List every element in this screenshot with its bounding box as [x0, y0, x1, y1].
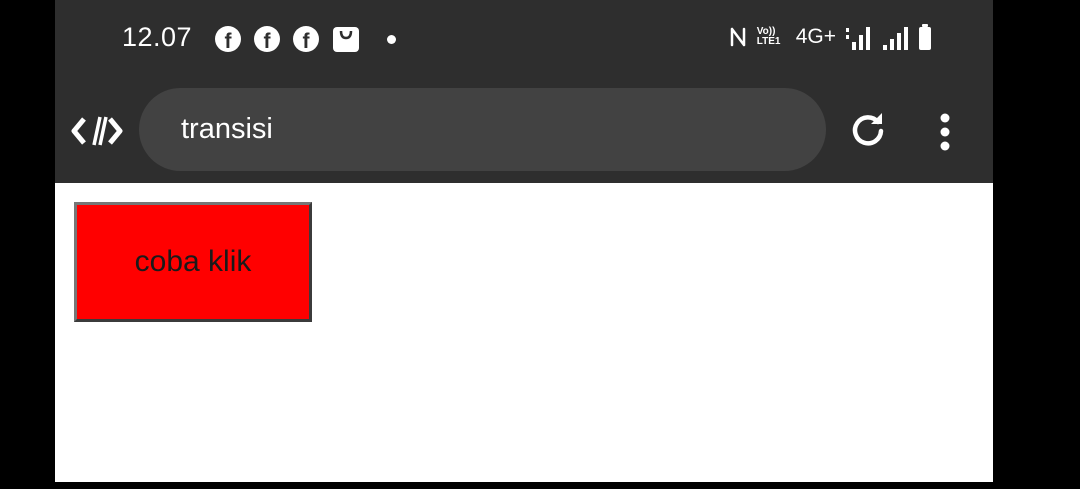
- browser-toolbar: transisi: [55, 78, 993, 183]
- battery-icon: [919, 24, 931, 50]
- phone-screen: 12.07 f f f Vo)) LTE1 4G+ transisi coba …: [55, 0, 993, 482]
- page-content: coba klik: [55, 183, 993, 482]
- facebook-icon: f: [293, 26, 319, 52]
- address-bar-text[interactable]: transisi: [181, 113, 273, 146]
- facebook-icon: f: [254, 26, 280, 52]
- address-bar[interactable]: transisi: [139, 88, 826, 171]
- volte-icon: Vo)) LTE1: [756, 26, 781, 47]
- menu-icon[interactable]: [939, 113, 951, 151]
- facebook-icon: f: [215, 26, 241, 52]
- signal-icon: [883, 27, 908, 50]
- dot-icon: [387, 34, 396, 44]
- nfc-icon: [730, 27, 745, 47]
- try-click-button[interactable]: coba klik: [74, 202, 312, 322]
- network-type-label: 4G+: [795, 25, 836, 48]
- code-icon[interactable]: [71, 114, 123, 148]
- reload-icon[interactable]: [849, 112, 887, 150]
- notification-icons: f f f: [215, 25, 396, 53]
- status-time: 12.07: [122, 22, 193, 52]
- signal-icon: [846, 27, 870, 50]
- system-icons: Vo)) LTE1 4G+: [728, 24, 931, 50]
- shopping-bag-icon: [333, 27, 359, 52]
- status-bar: 12.07 f f f Vo)) LTE1 4G+: [55, 0, 993, 78]
